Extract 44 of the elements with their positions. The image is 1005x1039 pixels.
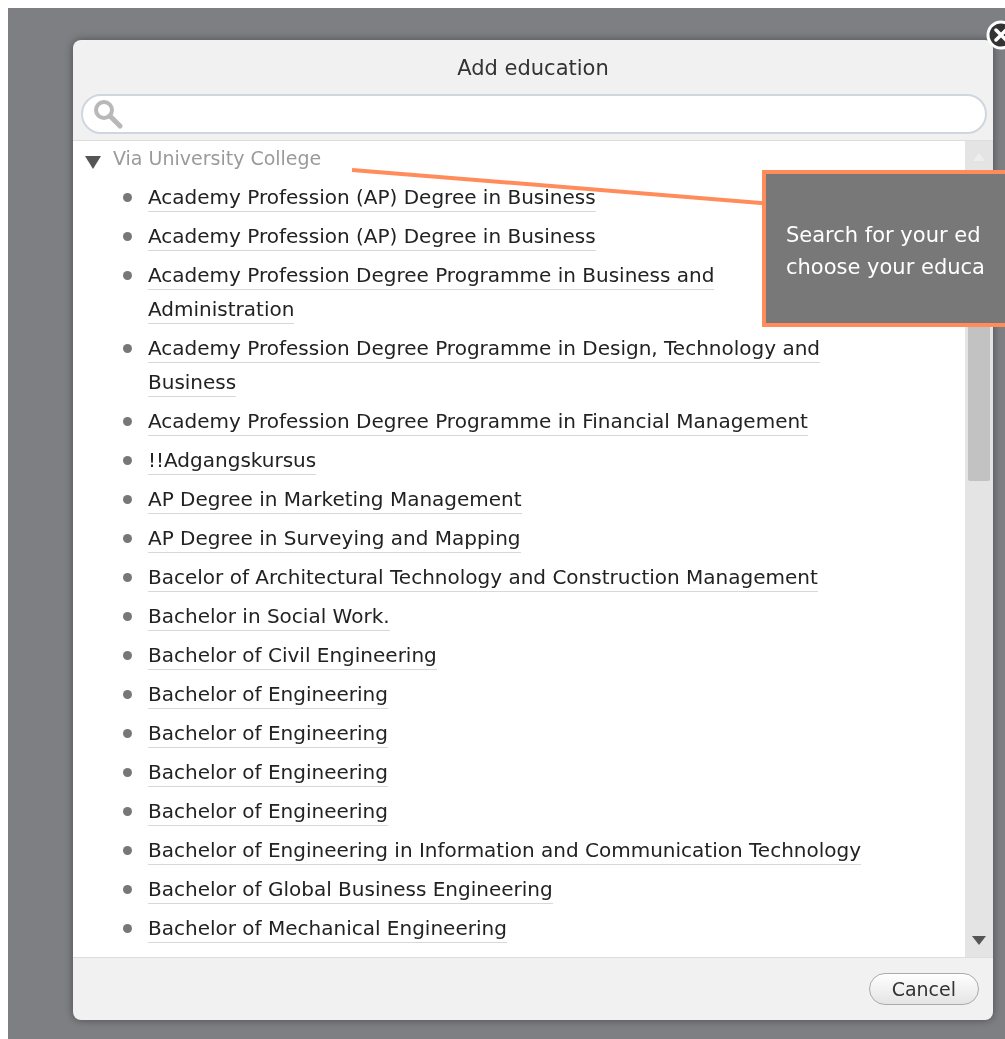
search-icon xyxy=(93,99,123,129)
education-link[interactable]: Academy Profession Degree Programme in Business and Administration xyxy=(148,261,715,324)
bullet-icon xyxy=(123,768,132,777)
bullet-icon xyxy=(123,232,132,241)
education-link[interactable]: Academy Profession (AP) Degree in Business xyxy=(148,183,596,212)
bullet-icon xyxy=(123,651,132,660)
tooltip-text: Search for your ed xyxy=(786,221,981,249)
bullet-icon xyxy=(123,885,132,894)
education-link[interactable]: AP Degree in Surveying and Mapping xyxy=(148,524,521,553)
education-link[interactable]: Bachelor of Engineering xyxy=(148,758,388,787)
search-field[interactable] xyxy=(81,94,987,134)
bullet-icon xyxy=(123,456,132,465)
bullet-icon xyxy=(123,924,132,933)
education-link[interactable]: Bachelor in Social Work. xyxy=(148,602,390,631)
education-link[interactable]: Academy Profession Degree Programme in Design, Technology and Business xyxy=(148,334,821,397)
education-link[interactable]: !!Adgangskursus xyxy=(148,446,317,475)
education-link[interactable]: Bachelor of Mechanical Engineering xyxy=(148,914,507,943)
dialog-title: Add education xyxy=(456,55,610,82)
bullet-icon xyxy=(123,417,132,426)
bullet-icon xyxy=(123,807,132,816)
bullet-icon xyxy=(123,612,132,621)
bullet-icon xyxy=(123,193,132,202)
education-link[interactable]: AP Degree in Marketing Management xyxy=(148,485,522,514)
education-link[interactable]: Bachelor of Civil Engineering xyxy=(148,641,437,670)
education-link[interactable]: Academy Profession Degree Programme in Financial Management xyxy=(148,407,808,436)
education-link[interactable]: Bachelor of Engineering xyxy=(148,680,388,709)
education-link[interactable]: Academy Profession (AP) Degree in Business xyxy=(148,222,596,251)
bullet-icon xyxy=(123,690,132,699)
scroll-down-icon[interactable] xyxy=(972,936,986,945)
bullet-icon xyxy=(123,729,132,738)
education-link[interactable]: Bachelor of Global Business Engineering xyxy=(148,875,553,904)
education-link[interactable]: Bachelor of Engineering in Information and Communication Technology xyxy=(148,836,862,865)
cancel-button[interactable]: Cancel xyxy=(868,973,979,1005)
bullet-icon xyxy=(123,573,132,582)
education-link[interactable]: Bacelor of Architectural Technology and Construction Management xyxy=(148,563,818,592)
bullet-icon xyxy=(123,271,132,280)
education-link[interactable]: Bachelor of Engineering xyxy=(148,719,388,748)
bullet-icon xyxy=(123,495,132,504)
bullet-icon xyxy=(123,534,132,543)
bullet-icon xyxy=(123,344,132,353)
education-link[interactable]: Bachelor of Engineering xyxy=(148,797,388,826)
bullet-icon xyxy=(123,846,132,855)
tooltip-text: choose your educa xyxy=(786,253,985,281)
expand-triangle-icon[interactable] xyxy=(85,155,101,169)
